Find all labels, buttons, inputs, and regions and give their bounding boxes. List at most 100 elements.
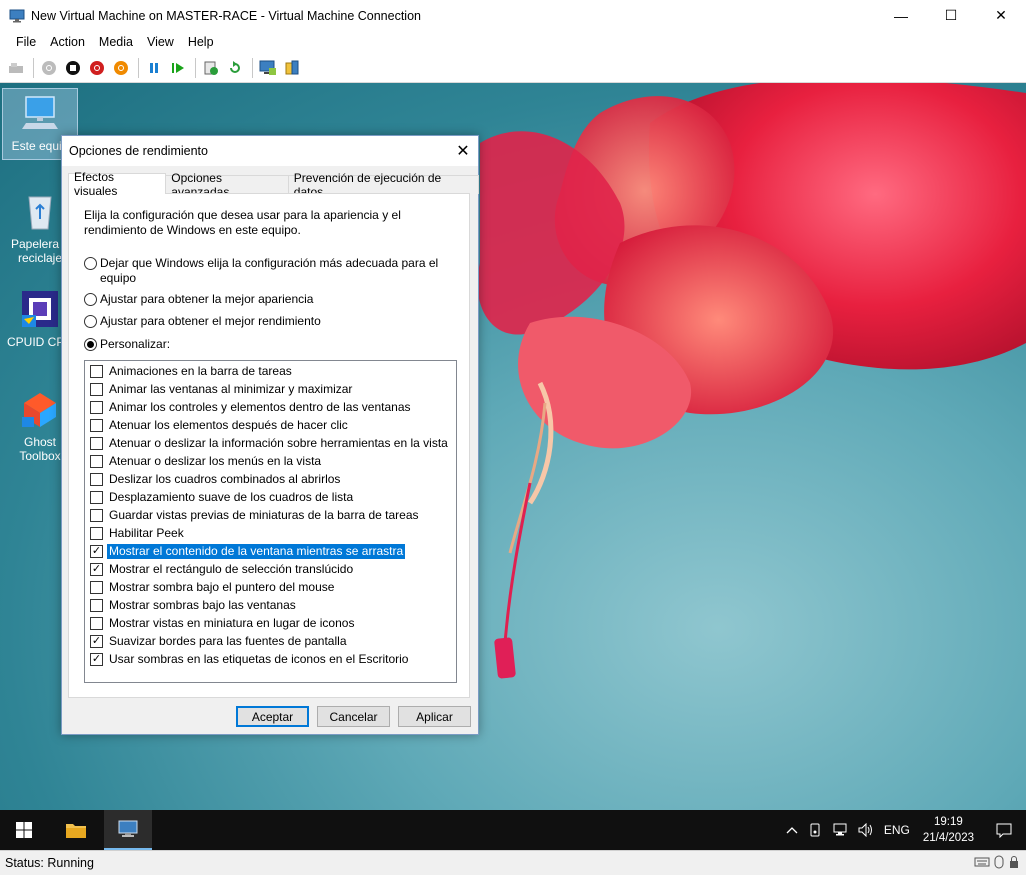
visual-effect-option[interactable]: ✓ Usar sombras en las etiquetas de iconos… xyxy=(90,651,410,668)
save-icon[interactable] xyxy=(110,57,132,79)
visual-effect-option[interactable]: Atenuar los elementos después de hacer c… xyxy=(90,417,350,434)
checkbox[interactable] xyxy=(90,527,103,540)
cpuid-icon xyxy=(22,291,58,327)
visual-effect-option[interactable]: Mostrar sombras bajo las ventanas xyxy=(90,597,298,614)
taskbar-vm-connection[interactable] xyxy=(104,810,152,850)
network-icon[interactable] xyxy=(827,823,853,837)
tab-data-execution-prevention[interactable]: Prevención de ejecución de datos xyxy=(287,171,480,199)
checkbox[interactable] xyxy=(90,599,103,612)
visual-effect-option[interactable]: Animar las ventanas al minimizar y maxim… xyxy=(90,381,354,398)
chevron-up-icon[interactable] xyxy=(781,826,803,834)
radio-custom[interactable]: Personalizar: xyxy=(84,337,170,352)
checkbox[interactable] xyxy=(90,437,103,450)
toolbar-separator xyxy=(252,57,253,78)
visual-effect-option[interactable]: Mostrar vistas en miniatura en lugar de … xyxy=(90,615,356,632)
ctrl-alt-del-icon[interactable] xyxy=(5,57,27,79)
dialog-tabs: Efectos visuales Opciones avanzadas Prev… xyxy=(68,170,480,199)
enhanced-session-icon[interactable] xyxy=(257,57,279,79)
shut-down-icon[interactable] xyxy=(86,57,108,79)
checkbox[interactable]: ✓ xyxy=(90,635,103,648)
start-button[interactable] xyxy=(0,810,48,850)
checkpoint-icon[interactable] xyxy=(200,57,222,79)
dialog-close-button[interactable]: ✕ xyxy=(448,136,478,166)
radio-button[interactable] xyxy=(84,257,97,270)
pause-icon[interactable] xyxy=(143,57,165,79)
cancel-button[interactable]: Cancelar xyxy=(317,706,390,727)
menu-action[interactable]: Action xyxy=(43,35,92,49)
status-bar: Status: Running xyxy=(0,850,1026,875)
checkbox-label: Mostrar sombra bajo el puntero del mouse xyxy=(109,580,335,594)
checkbox[interactable] xyxy=(90,491,103,504)
checkbox[interactable] xyxy=(90,383,103,396)
start-icon[interactable] xyxy=(38,57,60,79)
radio-best-performance[interactable]: Ajustar para obtener el mejor rendimient… xyxy=(84,314,321,329)
checkbox[interactable] xyxy=(90,365,103,378)
close-button[interactable]: ✕ xyxy=(976,0,1026,31)
radio-best-appearance[interactable]: Ajustar para obtener la mejor apariencia xyxy=(84,292,313,307)
language-indicator[interactable]: ENG xyxy=(879,823,915,837)
status-icons xyxy=(974,855,1020,869)
lock-icon xyxy=(1010,856,1018,868)
checkbox[interactable]: ✓ xyxy=(90,545,103,558)
keyboard-icon xyxy=(974,857,990,867)
checkbox-label: Animar los controles y elementos dentro … xyxy=(109,400,411,414)
checkbox[interactable]: ✓ xyxy=(90,563,103,576)
visual-effect-option[interactable]: ✓ Mostrar el rectángulo de selección tran… xyxy=(90,561,355,578)
checkbox[interactable] xyxy=(90,419,103,432)
visual-effect-option[interactable]: Animar los controles y elementos dentro … xyxy=(90,399,413,416)
visual-effect-option[interactable]: Animaciones en la barra de tareas xyxy=(90,363,294,380)
visual-effect-option[interactable]: Deslizar los cuadros combinados al abrir… xyxy=(90,471,342,488)
device-icon[interactable] xyxy=(803,823,827,837)
tab-visual-effects[interactable]: Efectos visuales xyxy=(68,170,167,198)
visual-effects-list[interactable]: Animaciones en la barra de tareas Animar … xyxy=(84,360,457,683)
maximize-button[interactable]: ☐ xyxy=(926,0,976,31)
windows-logo-icon xyxy=(16,822,32,838)
menu-view[interactable]: View xyxy=(140,35,181,49)
turn-off-icon[interactable] xyxy=(62,57,84,79)
checkbox[interactable]: ✓ xyxy=(90,653,103,666)
visual-effect-option[interactable]: Atenuar o deslizar los menús en la vista xyxy=(90,453,323,470)
dialog-titlebar: Opciones de rendimiento ✕ xyxy=(62,136,478,166)
checkbox[interactable] xyxy=(90,581,103,594)
revert-icon[interactable] xyxy=(224,57,246,79)
vm-status-text: Status: Running xyxy=(5,856,94,870)
checkbox[interactable] xyxy=(90,473,103,486)
checkbox-label: Atenuar los elementos después de hacer c… xyxy=(109,418,348,432)
vm-connection-icon xyxy=(9,9,25,22)
taskbar-file-explorer[interactable] xyxy=(52,810,100,850)
visual-effect-option[interactable]: Guardar vistas previas de miniaturas de … xyxy=(90,507,421,524)
notifications-icon[interactable] xyxy=(982,822,1026,838)
visual-effect-option[interactable]: Atenuar o deslizar la información sobre … xyxy=(90,435,450,452)
visual-effect-option[interactable]: Mostrar sombra bajo el puntero del mouse xyxy=(90,579,336,596)
clock[interactable]: 19:19 21/4/2023 xyxy=(915,814,982,846)
visual-effect-option[interactable]: Habilitar Peek xyxy=(90,525,186,542)
visual-effect-option[interactable]: ✓ Mostrar el contenido de la ventana mien… xyxy=(90,543,406,560)
menu-file[interactable]: File xyxy=(9,35,43,49)
toolbar-separator xyxy=(33,57,34,78)
checkbox[interactable] xyxy=(90,455,103,468)
checkbox-label: Usar sombras en las etiquetas de iconos … xyxy=(109,652,409,666)
tab-advanced-options[interactable]: Opciones avanzadas xyxy=(165,171,289,199)
radio-button[interactable] xyxy=(84,338,97,351)
resume-icon[interactable] xyxy=(167,57,189,79)
checkbox-label: Mostrar sombras bajo las ventanas xyxy=(109,598,296,612)
checkbox[interactable] xyxy=(90,509,103,522)
apply-button[interactable]: Aplicar xyxy=(398,706,471,727)
radio-let-windows-choose[interactable]: Dejar que Windows elija la configuración… xyxy=(84,256,444,286)
checkbox-label: Animaciones en la barra de tareas xyxy=(109,364,292,378)
checkbox[interactable] xyxy=(90,617,103,630)
visual-effect-option[interactable]: ✓ Suavizar bordes para las fuentes de pan… xyxy=(90,633,349,650)
menu-media[interactable]: Media xyxy=(92,35,140,49)
volume-icon[interactable] xyxy=(853,823,879,837)
mouse-icon xyxy=(994,855,1004,869)
minimize-button[interactable]: — xyxy=(876,0,926,31)
radio-button[interactable] xyxy=(84,293,97,306)
radio-button[interactable] xyxy=(84,315,97,328)
clock-time: 19:19 xyxy=(934,816,963,828)
checkbox[interactable] xyxy=(90,401,103,414)
visual-effect-option[interactable]: Desplazamiento suave de los cuadros de l… xyxy=(90,489,355,506)
system-tray: ENG 19:19 21/4/2023 xyxy=(781,810,1026,850)
ok-button[interactable]: Aceptar xyxy=(236,706,309,727)
share-icon[interactable] xyxy=(281,57,303,79)
menu-help[interactable]: Help xyxy=(181,35,221,49)
